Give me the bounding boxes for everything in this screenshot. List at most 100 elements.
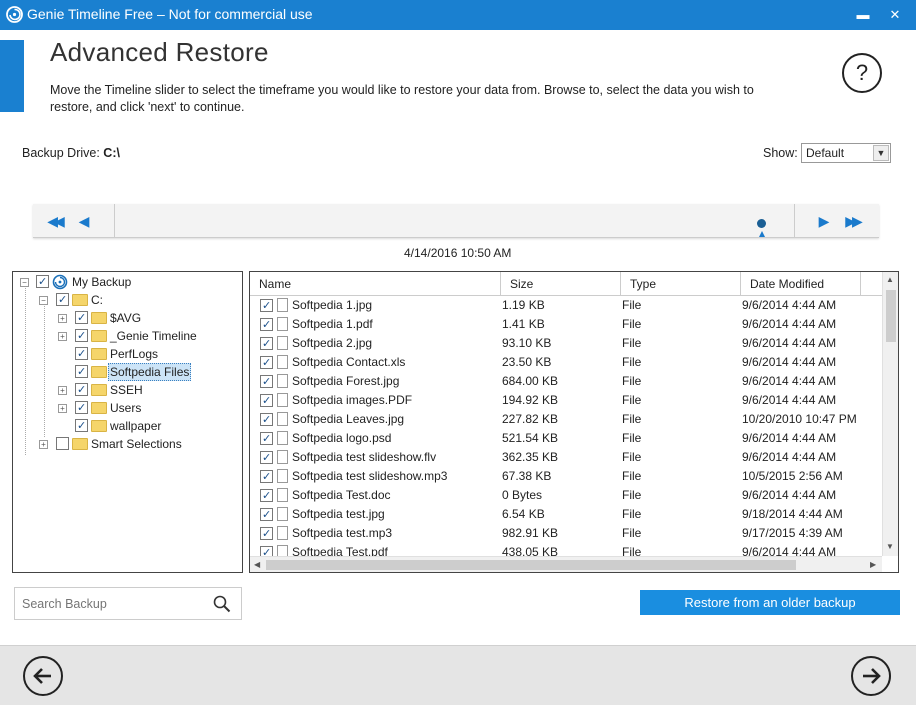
- restore-older-backup-button[interactable]: Restore from an older backup: [640, 590, 900, 615]
- checkbox[interactable]: [260, 297, 273, 316]
- scroll-left-icon[interactable]: ◀: [254, 560, 260, 569]
- checkbox[interactable]: [260, 449, 273, 468]
- checkbox[interactable]: [56, 291, 69, 309]
- checkbox[interactable]: [260, 506, 273, 525]
- checkbox[interactable]: [260, 430, 273, 449]
- checkbox[interactable]: [75, 363, 88, 381]
- vertical-scrollbar[interactable]: ▲ ▼: [882, 272, 898, 556]
- table-row[interactable]: Softpedia test slideshow.flv 362.35 KB Fil…: [250, 448, 880, 468]
- chevron-down-icon[interactable]: ▼: [873, 145, 889, 161]
- horizontal-scrollbar[interactable]: ◀ ▶: [250, 556, 882, 572]
- scrollbar-thumb[interactable]: [886, 290, 896, 342]
- checkbox[interactable]: [260, 316, 273, 335]
- checkbox[interactable]: [75, 399, 88, 417]
- folder-icon: [72, 294, 88, 306]
- checkbox[interactable]: [260, 354, 273, 373]
- tree-item-perflogs[interactable]: PerfLogs: [13, 345, 241, 363]
- checkbox[interactable]: [75, 309, 88, 327]
- expand-icon[interactable]: +: [58, 314, 67, 323]
- timeline-last-button[interactable]: ▶▶: [839, 204, 865, 238]
- tree-item-sseh[interactable]: + SSEH: [13, 381, 241, 399]
- search-icon[interactable]: [213, 595, 231, 613]
- checkbox[interactable]: [56, 437, 69, 450]
- expand-icon[interactable]: +: [39, 440, 48, 449]
- timeline-next-button[interactable]: ▶: [811, 204, 837, 238]
- file-icon: [277, 336, 288, 350]
- timeline-first-button[interactable]: ◀◀: [41, 204, 67, 238]
- tree-item-genie-timeline[interactable]: + _Genie Timeline: [13, 327, 241, 345]
- collapse-icon[interactable]: −: [20, 278, 29, 287]
- checkbox[interactable]: [260, 468, 273, 487]
- checkbox[interactable]: [260, 411, 273, 430]
- tree-item-users[interactable]: + Users: [13, 399, 241, 417]
- table-row[interactable]: Softpedia Contact.xls 23.50 KB File 9/6/201…: [250, 353, 880, 373]
- timeline-divider: [794, 204, 795, 238]
- checkbox[interactable]: [260, 392, 273, 411]
- timeline-prev-button[interactable]: ◀: [71, 204, 97, 238]
- scroll-down-icon[interactable]: ▼: [886, 542, 894, 551]
- file-date-modified: 9/6/2014 4:44 AM: [742, 336, 837, 350]
- checkbox[interactable]: [75, 381, 88, 399]
- table-row[interactable]: Softpedia Test.doc 0 Bytes File 9/6/2014 4:…: [250, 486, 880, 506]
- checkbox[interactable]: [36, 273, 49, 291]
- table-row[interactable]: Softpedia Leaves.jpg 227.82 KB File 10/20/2…: [250, 410, 880, 430]
- close-button[interactable]: ✕: [884, 4, 906, 26]
- table-row[interactable]: Softpedia 1.pdf 1.41 KB File 9/6/2014 4:44 …: [250, 315, 880, 335]
- expand-icon[interactable]: +: [58, 386, 67, 395]
- tree-item-smart-selections[interactable]: + Smart Selections: [13, 435, 241, 453]
- file-date-modified: 9/17/2015 4:39 AM: [742, 526, 843, 540]
- column-header-size[interactable]: Size: [501, 272, 621, 296]
- folder-icon: [72, 438, 88, 450]
- collapse-icon[interactable]: −: [39, 296, 48, 305]
- scrollbar-thumb[interactable]: [266, 560, 796, 570]
- checkbox[interactable]: [75, 345, 88, 363]
- tree-item-wallpaper[interactable]: wallpaper: [13, 417, 241, 435]
- scroll-right-icon[interactable]: ▶: [870, 560, 876, 569]
- checkbox[interactable]: [260, 335, 273, 354]
- next-button[interactable]: [851, 656, 891, 696]
- search-input[interactable]: [15, 588, 205, 619]
- title-bar: Genie Timeline Free – Not for commercial…: [0, 0, 916, 30]
- checkbox[interactable]: [260, 373, 273, 392]
- scroll-up-icon[interactable]: ▲: [886, 275, 894, 284]
- checkbox[interactable]: [260, 487, 273, 506]
- show-dropdown[interactable]: Default ▼: [801, 143, 891, 163]
- tree-item-c-drive[interactable]: − C:: [13, 291, 241, 309]
- search-box[interactable]: [14, 587, 242, 620]
- table-row[interactable]: Softpedia Forest.jpg 684.00 KB File 9/6/201…: [250, 372, 880, 392]
- checkbox[interactable]: [75, 327, 88, 345]
- table-row[interactable]: Softpedia test.jpg 6.54 KB File 9/18/2014 4…: [250, 505, 880, 525]
- table-row[interactable]: Softpedia 1.jpg 1.19 KB File 9/6/2014 4:44 …: [250, 296, 880, 316]
- file-type: File: [622, 507, 642, 521]
- table-row[interactable]: Softpedia test.mp3 982.91 KB File 9/17/2015…: [250, 524, 880, 544]
- back-button[interactable]: [23, 656, 63, 696]
- file-size: 1.19 KB: [502, 298, 545, 312]
- tree-item-my-backup[interactable]: − My Backup: [13, 273, 241, 291]
- file-size: 227.82 KB: [502, 412, 559, 426]
- checkbox[interactable]: [75, 417, 88, 435]
- file-list[interactable]: Name Size Type Date Modified Softpedia 1…: [249, 271, 899, 573]
- column-header-type[interactable]: Type: [621, 272, 741, 296]
- help-button[interactable]: ?: [842, 53, 882, 93]
- file-date-modified: 9/6/2014 4:44 AM: [742, 374, 837, 388]
- column-header-date-modified[interactable]: Date Modified: [741, 272, 861, 296]
- minimize-button[interactable]: ▬: [852, 4, 874, 26]
- expand-icon[interactable]: +: [58, 332, 67, 341]
- expand-icon[interactable]: +: [58, 404, 67, 413]
- table-row[interactable]: Softpedia images.PDF 194.92 KB File 9/6/201…: [250, 391, 880, 411]
- tree-item-softpedia-files[interactable]: Softpedia Files: [13, 363, 241, 381]
- tree-item-label: Users: [110, 401, 142, 415]
- tree-item-avg[interactable]: + $AVG: [13, 309, 241, 327]
- file-type: File: [622, 469, 642, 483]
- file-size: 93.10 KB: [502, 336, 552, 350]
- file-icon: [277, 374, 288, 388]
- folder-tree[interactable]: − My Backup − C: + $AVG + _Genie Timelin…: [12, 271, 243, 573]
- file-type: File: [622, 450, 642, 464]
- table-row[interactable]: Softpedia 2.jpg 93.10 KB File 9/6/2014 4:44…: [250, 334, 880, 354]
- column-header-name[interactable]: Name: [250, 272, 501, 296]
- timeline-slider[interactable]: ◀◀ ◀ ▶ ▶▶: [33, 204, 879, 238]
- table-row[interactable]: Softpedia logo.psd 521.54 KB File 9/6/2014 …: [250, 429, 880, 449]
- table-row[interactable]: Softpedia test slideshow.mp3 67.38 KB File…: [250, 467, 880, 487]
- timeline-slider-handle[interactable]: [757, 219, 766, 228]
- checkbox[interactable]: [260, 525, 273, 544]
